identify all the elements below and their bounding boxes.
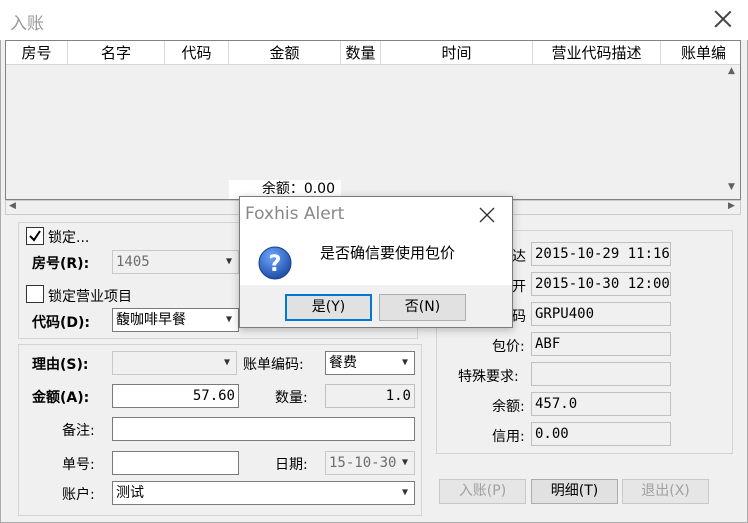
doc-no-label: 单号: [62, 457, 95, 473]
dialog-title: Foxhis Alert [245, 204, 345, 224]
checkmark-icon [29, 230, 41, 242]
rate-code-field: GRPU400 [531, 302, 671, 326]
bill-code-label: 账单编码: [243, 357, 304, 373]
dialog-body: ? 是否确信要使用包价 [240, 232, 512, 285]
account-select[interactable]: 测试 ▼ [112, 481, 415, 505]
grid-vertical-scrollbar[interactable]: ▲ ▼ [725, 66, 740, 199]
credit-label: 信用: [492, 429, 525, 445]
chevron-down-icon: ▼ [225, 256, 233, 267]
code-label: 代码(D): [32, 315, 91, 331]
column-header-room[interactable]: 房号 [6, 41, 68, 65]
rate-code-label: 码 [512, 309, 526, 325]
close-icon [479, 207, 495, 223]
close-icon[interactable] [712, 8, 734, 30]
dialog-no-button[interactable]: 否(N) [379, 294, 466, 321]
qty-input[interactable]: 1.0 [325, 384, 415, 408]
column-header-amount[interactable]: 金额 [229, 41, 341, 65]
column-header-time[interactable]: 时间 [381, 41, 533, 65]
note-label: 备注: [62, 423, 95, 439]
bill-code-select[interactable]: 餐费 ▼ [325, 351, 415, 375]
lock-business-label: 锁定营业项目 [48, 289, 132, 305]
column-header-desc[interactable]: 营业代码描述 [533, 41, 661, 65]
package-label: 包价: [492, 339, 525, 355]
dialog-yes-button[interactable]: 是(Y) [285, 294, 372, 321]
package-field: ABF [531, 332, 671, 356]
balance-field: 457.0 [531, 392, 671, 416]
arrive-label: 达 [512, 249, 526, 265]
special-field [531, 362, 671, 386]
note-input[interactable] [112, 417, 415, 441]
account-value: 测试 [116, 485, 144, 501]
scroll-right-arrow-icon[interactable]: ▶ [728, 201, 735, 211]
depart-label: 开 [512, 279, 526, 295]
lock-label: 锁定... [48, 230, 90, 246]
room-select[interactable]: 1405 ▼ [112, 250, 239, 274]
arrive-field: 2015-10-29 11:16 [531, 242, 671, 266]
chevron-down-icon: ▼ [401, 357, 409, 368]
window-title: 入账 [10, 14, 44, 34]
chevron-down-icon: ▼ [401, 487, 409, 498]
grid-header: 房号 名字 代码 金额 数量 时间 营业代码描述 账单编 [6, 41, 740, 65]
lock-business-checkbox[interactable] [26, 285, 44, 303]
amount-label: 金额(A): [32, 390, 90, 406]
date-picker[interactable]: 15-10-30 ▼ [325, 451, 415, 475]
detail-button[interactable]: 明细(T) [531, 479, 618, 504]
bill-code-value: 餐费 [329, 355, 357, 371]
scroll-left-arrow-icon[interactable]: ◀ [9, 201, 16, 211]
credit-field: 0.00 [531, 422, 671, 446]
amount-input[interactable]: 57.60 [112, 384, 239, 408]
code-select[interactable]: 馥咖啡早餐 ▼ [112, 308, 239, 332]
dialog-message: 是否确信要使用包价 [320, 244, 456, 262]
balance-label: 余额: [492, 399, 525, 415]
alert-dialog: Foxhis Alert ? 是否确信要使用包价 是(Y) 否(N) [239, 196, 513, 328]
svg-text:?: ? [269, 252, 282, 277]
chevron-down-icon: ▼ [225, 314, 233, 325]
special-label: 特殊要求: [458, 369, 519, 385]
column-header-bill[interactable]: 账单编 [661, 41, 740, 65]
chevron-down-icon: ▼ [223, 357, 231, 368]
scroll-down-arrow-icon[interactable]: ▼ [728, 182, 735, 192]
column-header-qty[interactable]: 数量 [341, 41, 381, 65]
reason-label: 理由(S): [32, 357, 89, 373]
account-label: 账户: [62, 487, 95, 503]
column-header-code[interactable]: 代码 [165, 41, 229, 65]
room-label: 房号(R): [32, 256, 90, 272]
post-button[interactable]: 入账(P) [439, 479, 526, 504]
qty-label: 数量: [275, 390, 308, 406]
reason-select[interactable]: ▼ [112, 351, 237, 375]
column-header-name[interactable]: 名字 [68, 41, 165, 65]
lock-checkbox[interactable] [26, 227, 44, 245]
dialog-close-icon[interactable] [478, 206, 496, 224]
room-value: 1405 [116, 254, 150, 270]
exit-button[interactable]: 退出(X) [622, 479, 709, 504]
doc-no-input[interactable] [112, 451, 239, 475]
question-icon: ? [258, 246, 292, 280]
chevron-down-icon: ▼ [401, 457, 409, 468]
depart-field: 2015-10-30 12:00 [531, 272, 671, 296]
date-label: 日期: [275, 457, 308, 473]
dialog-title-bar: Foxhis Alert [240, 197, 512, 232]
code-value: 馥咖啡早餐 [116, 312, 186, 328]
scroll-down-arrow-icon[interactable]: ▲ [728, 66, 735, 76]
date-value: 15-10-30 [329, 455, 397, 471]
title-bar [0, 0, 748, 40]
